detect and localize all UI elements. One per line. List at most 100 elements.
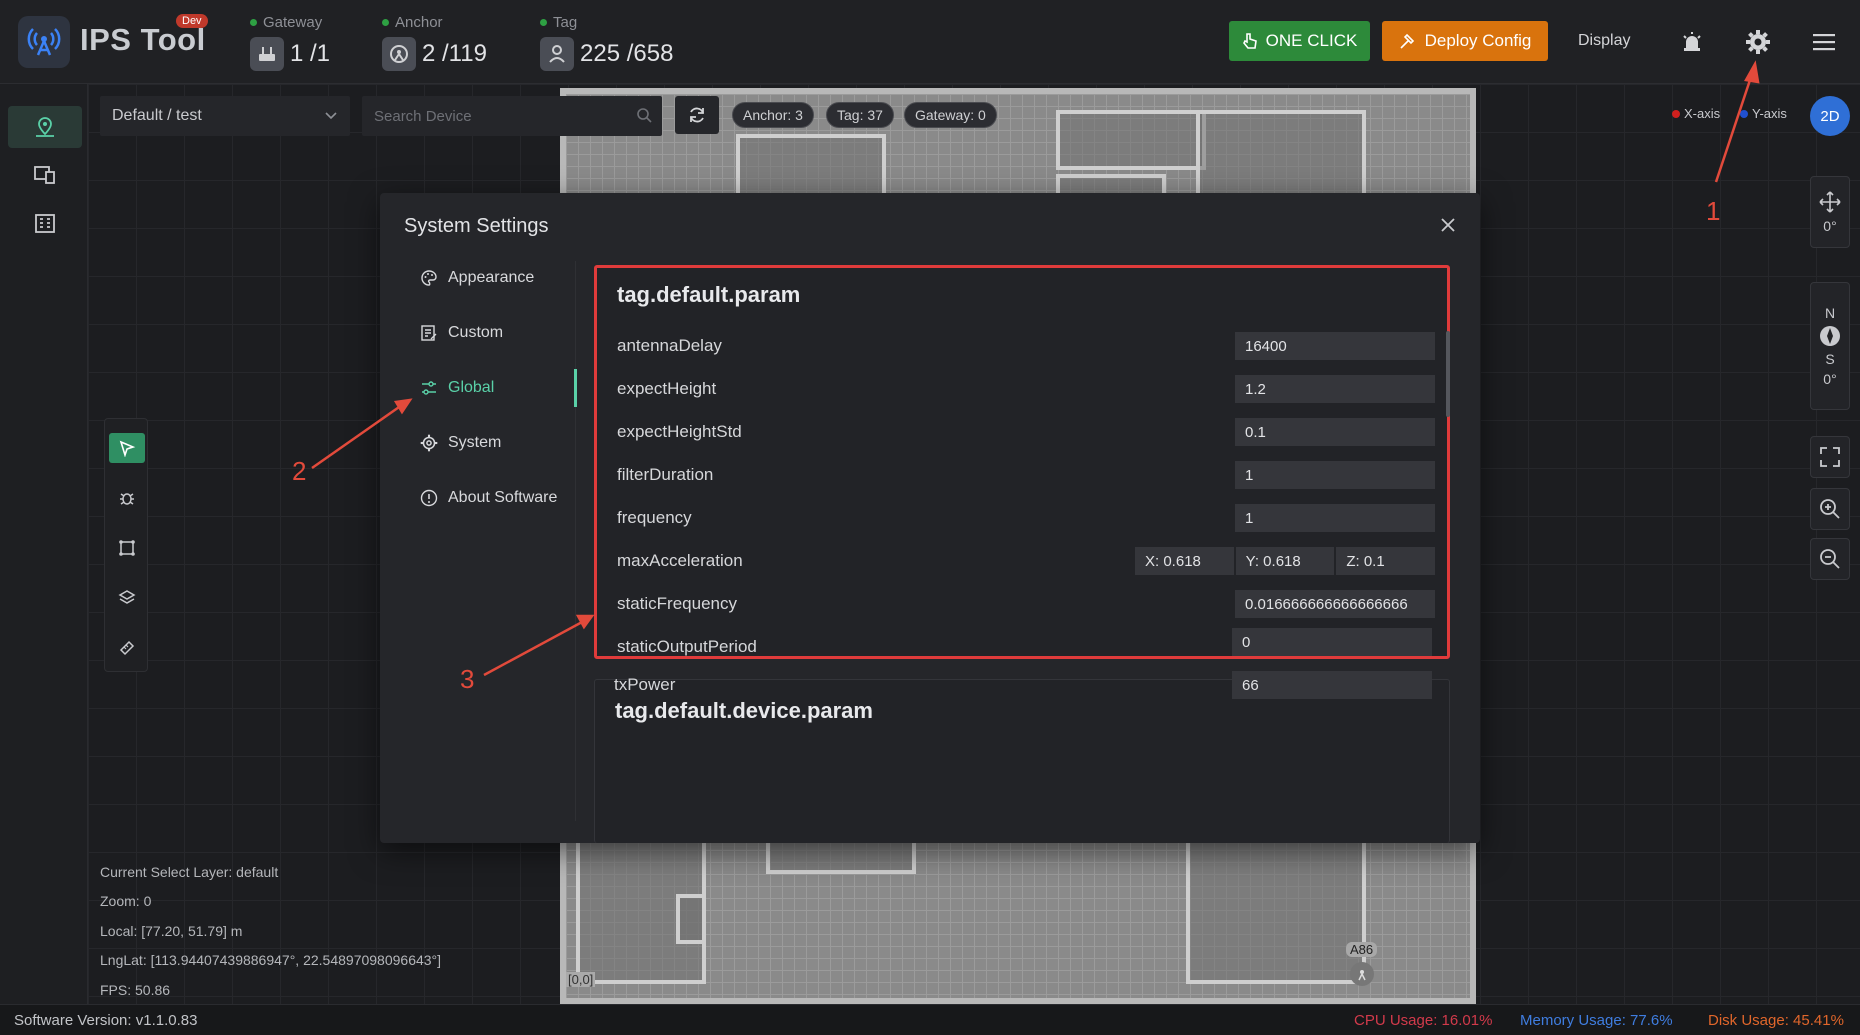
- top-bar: IPS Tool Dev Gateway 1 /1 Anchor 2 /119 …: [0, 0, 1860, 84]
- online-dot: [540, 19, 547, 26]
- compass-tool[interactable]: N S 0°: [1810, 282, 1850, 410]
- map-pin-icon: [36, 117, 54, 137]
- view-mode-button[interactable]: 2D: [1810, 96, 1850, 136]
- gateway-count-pill[interactable]: Gateway: 0: [904, 102, 997, 128]
- measure-tool[interactable]: [109, 633, 145, 663]
- anchor-marker-icon[interactable]: [1350, 962, 1374, 986]
- anchor-label: Anchor: [395, 14, 443, 31]
- frequency-input[interactable]: 1: [1235, 504, 1435, 532]
- pan-rotate-tool[interactable]: 0°: [1810, 176, 1850, 248]
- refresh-button[interactable]: [675, 96, 719, 134]
- menu-label: Appearance: [448, 269, 535, 286]
- floor-room: [676, 894, 706, 944]
- tag-stat: Tag 225 /658: [540, 14, 673, 71]
- anchor-label: A86: [1346, 942, 1378, 957]
- fullscreen-icon: [1820, 447, 1840, 467]
- close-button[interactable]: [1438, 215, 1458, 235]
- person-tag-icon: [540, 37, 574, 71]
- nav-map[interactable]: [8, 106, 82, 148]
- refresh-icon: [690, 107, 704, 123]
- gear-icon: [420, 434, 438, 452]
- local-coords-info: Local: [77.20, 51.79] m: [100, 923, 243, 939]
- annotation-number: 2: [292, 456, 307, 486]
- compass-icon: [1820, 326, 1840, 346]
- menu-system[interactable]: System: [420, 423, 580, 463]
- fullscreen-button[interactable]: [1810, 436, 1850, 478]
- max-acceleration-x-input[interactable]: X: 0.618: [1135, 547, 1234, 575]
- search-icon: [637, 108, 652, 123]
- gateway-value: 1 /1: [290, 40, 331, 67]
- antenna-delay-input[interactable]: 16400: [1235, 332, 1435, 360]
- menu-label: System: [448, 434, 502, 451]
- info-icon: [420, 489, 438, 507]
- display-menu[interactable]: Display: [1578, 32, 1630, 50]
- tag-value: 225 /658: [580, 40, 674, 67]
- hamburger-menu-icon[interactable]: [1808, 26, 1840, 58]
- one-click-button[interactable]: ONE CLICK: [1229, 21, 1370, 61]
- menu-custom[interactable]: Custom: [420, 313, 580, 353]
- status-bar: Software Version: v1.1.0.83 CPU Usage: 1…: [0, 1004, 1860, 1035]
- close-icon: [1441, 218, 1455, 232]
- tag-count-pill[interactable]: Tag: 37: [826, 102, 894, 128]
- max-acceleration-y-input[interactable]: Y: 0.618: [1235, 547, 1335, 575]
- compass-n: N: [1824, 305, 1836, 321]
- nav-devices[interactable]: [8, 154, 82, 196]
- dialog-scrollbar[interactable]: [1446, 331, 1450, 417]
- expect-height-std-input[interactable]: 0.1: [1235, 418, 1435, 446]
- alarm-icon[interactable]: [1676, 26, 1708, 58]
- app-window: IPS Tool Dev Gateway 1 /1 Anchor 2 /119 …: [0, 0, 1860, 1035]
- param-label: staticFrequency: [617, 594, 737, 613]
- active-menu-indicator: [574, 369, 577, 407]
- layers-tool[interactable]: [109, 583, 145, 613]
- anchor-value: 2 /119: [422, 40, 487, 67]
- hand-pointer-icon: [1242, 33, 1257, 49]
- menu-global[interactable]: Global: [420, 368, 580, 408]
- x-axis-legend: X-axis: [1672, 106, 1720, 121]
- online-dot: [250, 19, 257, 26]
- left-nav: [0, 84, 88, 1035]
- drawing-tool-panel: [104, 418, 148, 672]
- debug-tool[interactable]: [109, 483, 145, 513]
- static-output-period-input[interactable]: 0: [1232, 628, 1432, 656]
- move-arrows-icon: [1819, 191, 1841, 213]
- fps-info: FPS: 50.86: [100, 982, 171, 998]
- cursor-icon: [119, 440, 136, 457]
- layer-select-value: Default / test: [112, 107, 202, 124]
- max-acceleration-z-input[interactable]: Z: 0.1: [1336, 547, 1436, 575]
- expect-height-input[interactable]: 1.2: [1235, 375, 1435, 403]
- zoom-out-icon: [1820, 549, 1840, 569]
- blue-dot: [1740, 109, 1748, 118]
- dev-badge: Dev: [176, 14, 208, 28]
- memory-usage: Memory Usage: 77.6%: [1520, 1012, 1673, 1029]
- menu-label: About Software: [448, 489, 558, 506]
- current-layer-info: Current Select Layer: default: [100, 864, 279, 880]
- search-device-input[interactable]: Search Device: [362, 96, 662, 136]
- anchor-count-pill[interactable]: Anchor: 3: [732, 102, 814, 128]
- x-axis-label: X-axis: [1684, 106, 1721, 121]
- param-label: expectHeight: [617, 379, 717, 398]
- palette-icon: [421, 270, 437, 286]
- settings-gear-icon[interactable]: [1742, 26, 1774, 58]
- static-frequency-input[interactable]: 0.016666666666666666: [1235, 590, 1435, 618]
- menu-about[interactable]: About Software: [420, 478, 580, 518]
- menu-label: Global: [448, 379, 495, 396]
- router-icon: [250, 37, 284, 71]
- zoom-in-button[interactable]: [1810, 488, 1850, 530]
- zoom-out-button[interactable]: [1810, 538, 1850, 580]
- edit-list-icon: [421, 325, 437, 341]
- system-settings-dialog: System Settings Appearance Custom Global…: [380, 193, 1480, 843]
- filter-duration-input[interactable]: 1: [1235, 461, 1435, 489]
- select-tool[interactable]: [109, 433, 145, 463]
- anchor-icon: [382, 37, 416, 71]
- devices-icon: [34, 166, 55, 184]
- tx-power-input[interactable]: 66: [1232, 671, 1432, 699]
- layer-select[interactable]: Default / test: [100, 96, 350, 136]
- nav-buildings[interactable]: [8, 202, 82, 244]
- ruler-icon: [119, 640, 135, 656]
- menu-appearance[interactable]: Appearance: [420, 258, 580, 298]
- tag-label: Tag: [553, 14, 578, 31]
- deploy-config-button[interactable]: Deploy Config: [1382, 21, 1548, 61]
- section-title: tag.default.param: [617, 282, 801, 307]
- tag-default-param-section: tag.default.param antennaDelay 16400 exp…: [594, 265, 1450, 659]
- area-tool[interactable]: [109, 533, 145, 563]
